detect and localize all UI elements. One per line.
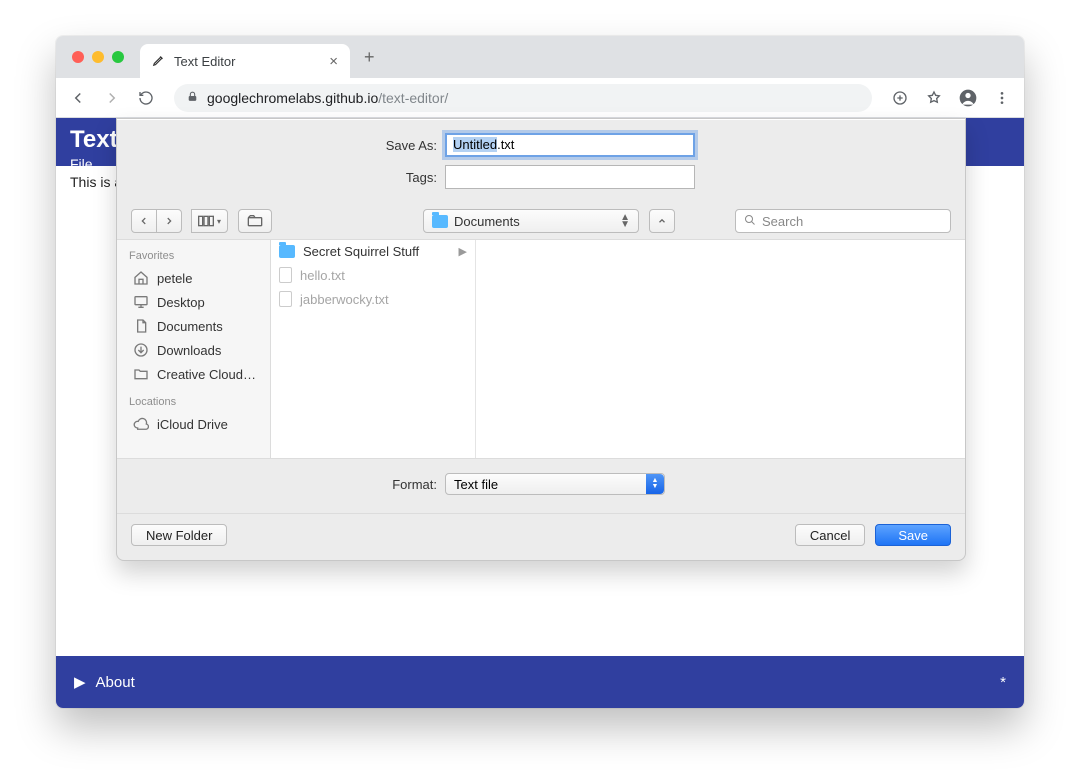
downloads-icon	[133, 342, 149, 358]
locations-header: Locations	[129, 396, 270, 408]
favorites-header: Favorites	[129, 250, 270, 262]
address-bar[interactable]: googlechromelabs.github.io/text-editor/	[174, 84, 872, 112]
close-tab-icon[interactable]: ×	[329, 53, 338, 70]
sidebar-item-label: petele	[157, 271, 192, 286]
page-content: Text File This is a n ▶ About * Save As:…	[56, 118, 1024, 708]
list-item[interactable]: Secret Squirrel Stuff ▶	[271, 240, 475, 263]
browser-window: Text Editor × + googlechromelabs.github.…	[56, 36, 1024, 708]
save-as-ext: .txt	[497, 137, 514, 152]
format-value: Text file	[454, 477, 498, 492]
sidebar: Favorites petele Desktop Documents	[117, 240, 271, 458]
sidebar-item-desktop[interactable]: Desktop	[129, 290, 270, 314]
search-icon	[744, 214, 756, 229]
folder-icon	[279, 245, 295, 258]
sidebar-item-label: Documents	[157, 319, 223, 334]
chevron-right-icon: ▶	[459, 245, 467, 258]
sidebar-item-home[interactable]: petele	[129, 266, 270, 290]
lock-icon	[186, 90, 199, 106]
stepper-icon: ▲▼	[646, 474, 664, 494]
app-footer: ▶ About *	[56, 656, 1024, 708]
forward-button[interactable]	[98, 84, 126, 112]
group-button[interactable]	[238, 209, 272, 233]
tab-strip: Text Editor × +	[56, 36, 1024, 78]
close-window-button[interactable]	[72, 51, 84, 63]
minimize-window-button[interactable]	[92, 51, 104, 63]
nav-back-button[interactable]	[131, 209, 157, 233]
location-name: Documents	[454, 214, 520, 229]
tags-label: Tags:	[137, 170, 445, 185]
file-icon	[279, 267, 292, 283]
file-column-2	[476, 240, 965, 458]
item-name: Secret Squirrel Stuff	[303, 244, 419, 259]
reload-button[interactable]	[132, 84, 160, 112]
bookmark-star-icon[interactable]	[920, 84, 948, 112]
cancel-button[interactable]: Cancel	[795, 524, 865, 546]
folder-icon	[133, 366, 149, 382]
save-button[interactable]: Save	[875, 524, 951, 546]
zoom-window-button[interactable]	[112, 51, 124, 63]
search-field[interactable]: Search	[735, 209, 951, 233]
stepper-icon: ▲▼	[620, 214, 630, 228]
window-controls	[56, 51, 140, 63]
sidebar-item-icloud[interactable]: iCloud Drive	[129, 412, 270, 436]
documents-icon	[133, 318, 149, 334]
dialog-buttons: New Folder Cancel Save	[117, 514, 965, 560]
modified-indicator: *	[1000, 674, 1006, 691]
disclosure-triangle-icon[interactable]: ▶	[74, 673, 86, 691]
back-button[interactable]	[64, 84, 92, 112]
profile-icon[interactable]	[954, 84, 982, 112]
tab-title: Text Editor	[174, 54, 235, 69]
kebab-menu-icon[interactable]	[988, 84, 1016, 112]
item-name: hello.txt	[300, 268, 345, 283]
nav-forward-button[interactable]	[156, 209, 182, 233]
sidebar-item-label: Desktop	[157, 295, 205, 310]
home-icon	[133, 270, 149, 286]
save-dialog: Save As: Untitled.txt Tags:	[116, 118, 966, 561]
cloud-icon	[133, 416, 149, 432]
search-placeholder: Search	[762, 214, 803, 229]
collapse-button[interactable]	[649, 209, 675, 233]
footer-about[interactable]: About	[96, 674, 135, 691]
save-as-label: Save As:	[137, 138, 445, 153]
list-item[interactable]: jabberwocky.txt	[271, 287, 475, 311]
format-label: Format:	[117, 477, 445, 492]
file-browser: Favorites petele Desktop Documents	[117, 239, 965, 459]
list-item[interactable]: hello.txt	[271, 263, 475, 287]
url-text: googlechromelabs.github.io/text-editor/	[207, 90, 448, 106]
sidebar-item-label: iCloud Drive	[157, 417, 228, 432]
tab-text-editor[interactable]: Text Editor ×	[140, 44, 350, 78]
sidebar-item-label: Creative Cloud…	[157, 367, 256, 382]
browser-toolbar: googlechromelabs.github.io/text-editor/	[56, 78, 1024, 118]
sidebar-item-documents[interactable]: Documents	[129, 314, 270, 338]
install-app-icon[interactable]	[886, 84, 914, 112]
file-icon	[279, 291, 292, 307]
sidebar-item-creative-cloud[interactable]: Creative Cloud…	[129, 362, 270, 386]
save-as-input[interactable]: Untitled.txt	[445, 133, 695, 157]
file-column-1: Secret Squirrel Stuff ▶ hello.txt jabber…	[271, 240, 476, 458]
tags-input[interactable]	[445, 165, 695, 189]
new-folder-button[interactable]: New Folder	[131, 524, 227, 546]
format-row: Format: Text file ▲▼	[117, 459, 965, 514]
item-name: jabberwocky.txt	[300, 292, 389, 307]
folder-icon	[432, 215, 448, 228]
pencil-icon	[152, 53, 166, 70]
save-as-filename: Untitled	[453, 137, 497, 152]
new-tab-button[interactable]: +	[350, 47, 389, 68]
sidebar-item-label: Downloads	[157, 343, 221, 358]
format-select[interactable]: Text file ▲▼	[445, 473, 665, 495]
location-popup[interactable]: Documents ▲▼	[423, 209, 639, 233]
desktop-icon	[133, 294, 149, 310]
sidebar-item-downloads[interactable]: Downloads	[129, 338, 270, 362]
dialog-toolbar: ▾ Documents ▲▼	[117, 205, 965, 239]
view-mode-button[interactable]: ▾	[191, 209, 228, 233]
